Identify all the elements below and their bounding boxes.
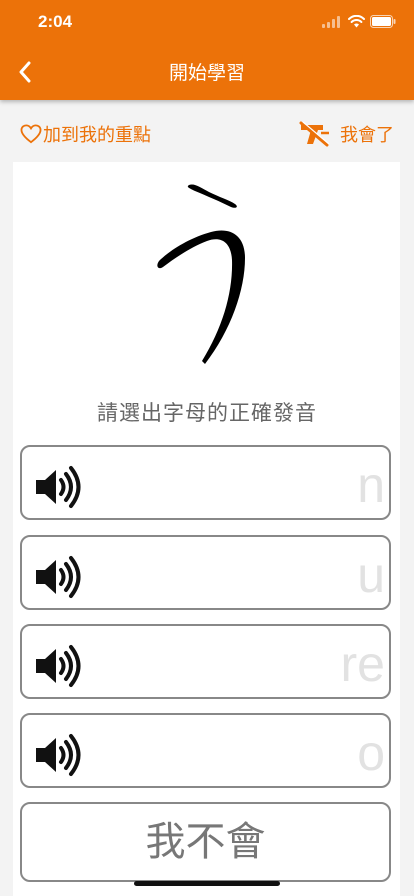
home-indicator	[134, 881, 280, 886]
mark-known-button[interactable]: 我會了	[299, 121, 394, 147]
answer-option[interactable]: o	[20, 713, 391, 788]
speaker-icon	[36, 556, 81, 598]
kana-character	[157, 184, 245, 364]
answer-option-label: re	[340, 636, 385, 692]
signal-icon	[322, 16, 340, 28]
speaker-icon	[36, 466, 81, 508]
answer-option[interactable]: u	[20, 535, 391, 610]
wifi-icon	[348, 15, 365, 28]
answer-option-label: o	[357, 725, 385, 781]
crossed-marker-icon	[299, 121, 330, 147]
status-time: 2:04	[38, 12, 73, 31]
answer-option-label: u	[357, 547, 385, 603]
speaker-icon	[36, 645, 81, 687]
answer-option[interactable]: re	[20, 624, 391, 699]
page-title: 開始學習	[168, 62, 245, 84]
add-to-favorites-button[interactable]: 加到我的重點	[20, 122, 151, 146]
mark-known-label: 我會了	[340, 125, 394, 146]
heart-outline-icon	[20, 124, 42, 144]
add-to-favorites-label: 加到我的重點	[43, 125, 151, 146]
answer-option[interactable]: n	[20, 445, 391, 520]
battery-icon	[370, 15, 396, 28]
app-header: 2:04 開始學習	[0, 0, 414, 100]
answer-option-label: n	[357, 457, 385, 513]
dont-know-button[interactable]: 我不會	[20, 802, 391, 882]
question-prompt: 請選出字母的正確發音	[97, 401, 317, 425]
speaker-icon	[36, 734, 81, 776]
